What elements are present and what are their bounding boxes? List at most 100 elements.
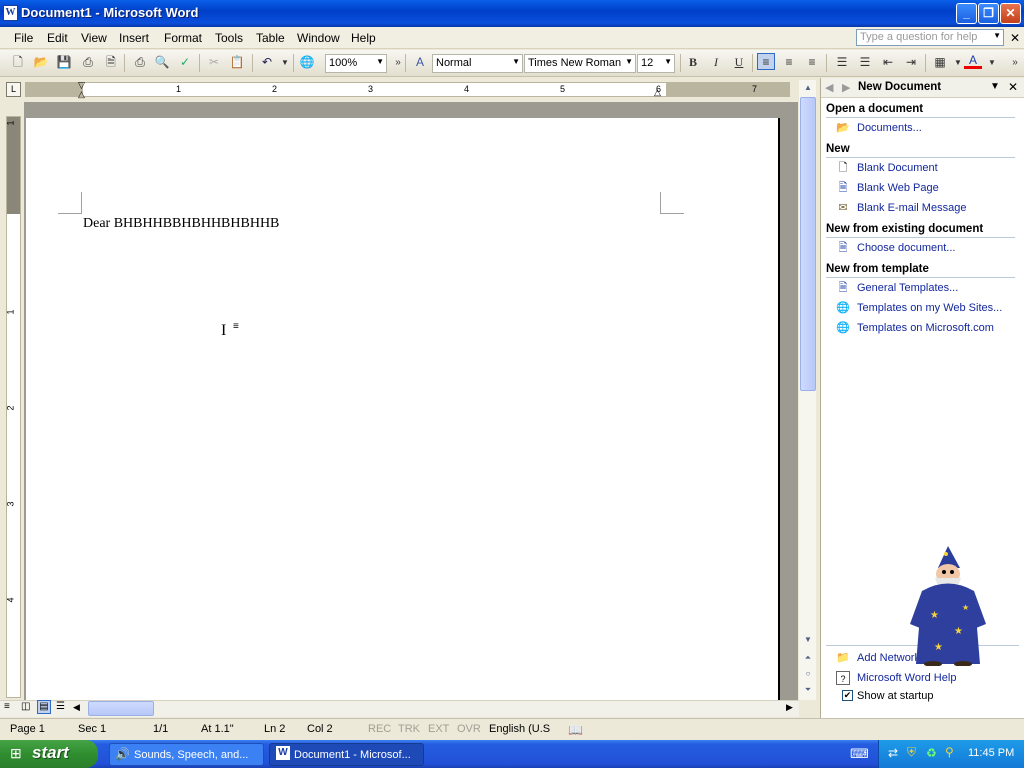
link-templates-microsoft[interactable]: Templates on Microsoft.com	[857, 322, 994, 334]
toolbar-options-icon[interactable]: »	[1006, 54, 1024, 71]
status-ovr[interactable]: OVR	[457, 723, 481, 735]
office-assistant-wizard[interactable]: ★ ★ ★ ★	[908, 546, 988, 666]
status-language[interactable]: English (U.S	[489, 723, 550, 735]
menu-table[interactable]: Table	[256, 31, 285, 45]
permission-icon[interactable]: ⎙	[79, 54, 97, 71]
scroll-thumb[interactable]	[800, 97, 816, 391]
bullets-icon[interactable]: ☰	[856, 54, 874, 71]
styles-icon[interactable]: A	[411, 54, 429, 71]
link-blank-web-page[interactable]: Blank Web Page	[857, 182, 939, 194]
web-layout-view-icon[interactable]: ◫	[21, 701, 30, 712]
chevron-down-icon[interactable]: ▼	[990, 81, 1000, 92]
status-ext[interactable]: EXT	[428, 723, 449, 735]
zoom-select[interactable]: 100% ▼	[325, 54, 387, 73]
security-shield-icon[interactable]: ⛨	[907, 745, 916, 760]
font-select[interactable]: Times New Roman ▼	[524, 54, 636, 73]
link-blank-email[interactable]: Blank E-mail Message	[857, 202, 966, 214]
close-button[interactable]: ✕	[1000, 3, 1021, 24]
menu-window[interactable]: Window	[297, 31, 340, 45]
link-word-help[interactable]: Microsoft Word Help	[857, 672, 956, 684]
ruler-number: 3	[368, 84, 374, 94]
document-text[interactable]: Dear BHBHHBBHBHHBHBHHB	[83, 216, 279, 232]
save-icon[interactable]: 💾	[55, 54, 73, 71]
next-page-icon[interactable]: ⏷	[800, 682, 816, 698]
status-trk[interactable]: TRK	[398, 723, 420, 735]
clock[interactable]: 11:45 PM	[968, 747, 1014, 759]
scroll-down-icon[interactable]: ▼	[800, 632, 816, 648]
italic-icon[interactable]: I	[707, 54, 725, 71]
taskbar-item-sounds[interactable]: Sounds, Speech, and...	[109, 743, 264, 766]
menu-view[interactable]: View	[81, 31, 107, 45]
style-select[interactable]: Normal ▼	[432, 54, 523, 73]
font-color-icon[interactable]: A	[964, 54, 982, 69]
chevron-down-icon[interactable]: ▼	[983, 54, 1001, 71]
scroll-left-icon[interactable]: ◀	[73, 702, 80, 713]
open-folder-icon[interactable]: 📂	[32, 54, 50, 71]
borders-icon[interactable]: ▦	[931, 54, 949, 71]
align-right-icon[interactable]: ≡	[803, 54, 821, 71]
print-preview-icon[interactable]: 🗎	[102, 54, 120, 71]
forward-arrow-icon[interactable]: ▶	[842, 81, 850, 94]
new-document-icon[interactable]: 🗋	[9, 54, 27, 71]
menu-edit[interactable]: Edit	[47, 31, 68, 45]
increase-indent-icon[interactable]: ⇥	[902, 54, 920, 71]
normal-view-icon[interactable]: ≡	[4, 701, 10, 712]
align-center-icon[interactable]: ≡	[780, 54, 798, 71]
spelling-icon[interactable]: ✓	[176, 54, 194, 71]
align-left-icon[interactable]: ≡	[757, 53, 775, 70]
menu-help[interactable]: Help	[351, 31, 376, 45]
back-arrow-icon[interactable]: ◀	[825, 81, 833, 94]
menu-insert[interactable]: Insert	[119, 31, 149, 45]
keyboard-icon[interactable]: ⌨	[850, 746, 869, 762]
paste-icon[interactable]: 📋	[228, 54, 246, 71]
print-layout-view-icon[interactable]: ▤	[37, 700, 51, 714]
menu-tools[interactable]: Tools	[215, 31, 243, 45]
chevron-down-icon[interactable]: ▼	[993, 31, 1001, 40]
select-browse-object-icon[interactable]: ○	[800, 666, 816, 682]
taskbar-item-word[interactable]: Document1 - Microsof...	[269, 743, 424, 766]
close-document-icon[interactable]: ✕	[1010, 31, 1020, 45]
network-folder-icon: 📁	[836, 652, 850, 664]
network-icon[interactable]: ⇄	[888, 746, 898, 760]
menu-format[interactable]: Format	[164, 31, 202, 45]
font-size-value: 12	[641, 57, 654, 69]
decrease-indent-icon[interactable]: ⇤	[879, 54, 897, 71]
horizontal-scroll-thumb[interactable]	[88, 701, 154, 716]
search-icon[interactable]: ⚲	[945, 745, 954, 759]
hanging-indent-marker[interactable]: △	[78, 89, 85, 100]
right-indent-marker[interactable]: △	[654, 87, 661, 98]
help-question-input[interactable]: Type a question for help ▼	[856, 29, 1004, 46]
ruler-margin-left	[26, 83, 83, 96]
cut-icon[interactable]: ✂	[205, 54, 223, 71]
status-rec[interactable]: REC	[368, 723, 391, 735]
link-general-templates[interactable]: General Templates...	[857, 282, 958, 294]
scroll-up-icon[interactable]: ▲	[800, 80, 816, 96]
outline-view-icon[interactable]: ☰	[56, 701, 65, 712]
undo-icon[interactable]: ↶	[258, 54, 276, 71]
link-choose-document[interactable]: Choose document...	[857, 242, 955, 254]
globe-icon[interactable]: 🌐	[298, 54, 316, 71]
spelling-status-icon[interactable]: 📖	[568, 723, 583, 737]
minimize-button[interactable]: _	[956, 3, 977, 24]
tab-selector[interactable]: L	[6, 82, 21, 97]
underline-icon[interactable]: U	[730, 54, 748, 71]
close-pane-icon[interactable]: ✕	[1008, 80, 1018, 94]
font-size-select[interactable]: 12 ▼	[637, 54, 675, 73]
link-templates-web-sites[interactable]: Templates on my Web Sites...	[857, 302, 1002, 314]
link-documents[interactable]: Documents...	[857, 122, 922, 134]
print-icon[interactable]: ⎙	[131, 54, 149, 71]
link-blank-document[interactable]: Blank Document	[857, 162, 938, 174]
chevron-down-icon[interactable]: ▼	[276, 54, 294, 71]
maximize-button[interactable]: ❐	[978, 3, 999, 24]
bold-icon[interactable]: B	[684, 54, 702, 71]
show-at-startup-checkbox[interactable]: ✔	[842, 690, 853, 701]
ruler-number: 4	[464, 84, 470, 94]
numbering-icon[interactable]: ☰	[833, 54, 851, 71]
tray-app-icon[interactable]: ♻	[926, 746, 937, 760]
scroll-right-icon[interactable]: ▶	[786, 702, 793, 713]
menu-file[interactable]: File	[14, 31, 33, 45]
preview-icon[interactable]: 🔍	[153, 54, 171, 71]
word-app-icon[interactable]: W	[3, 5, 18, 21]
previous-page-icon[interactable]: ⏶	[800, 650, 816, 666]
horizontal-ruler[interactable]	[25, 82, 790, 97]
